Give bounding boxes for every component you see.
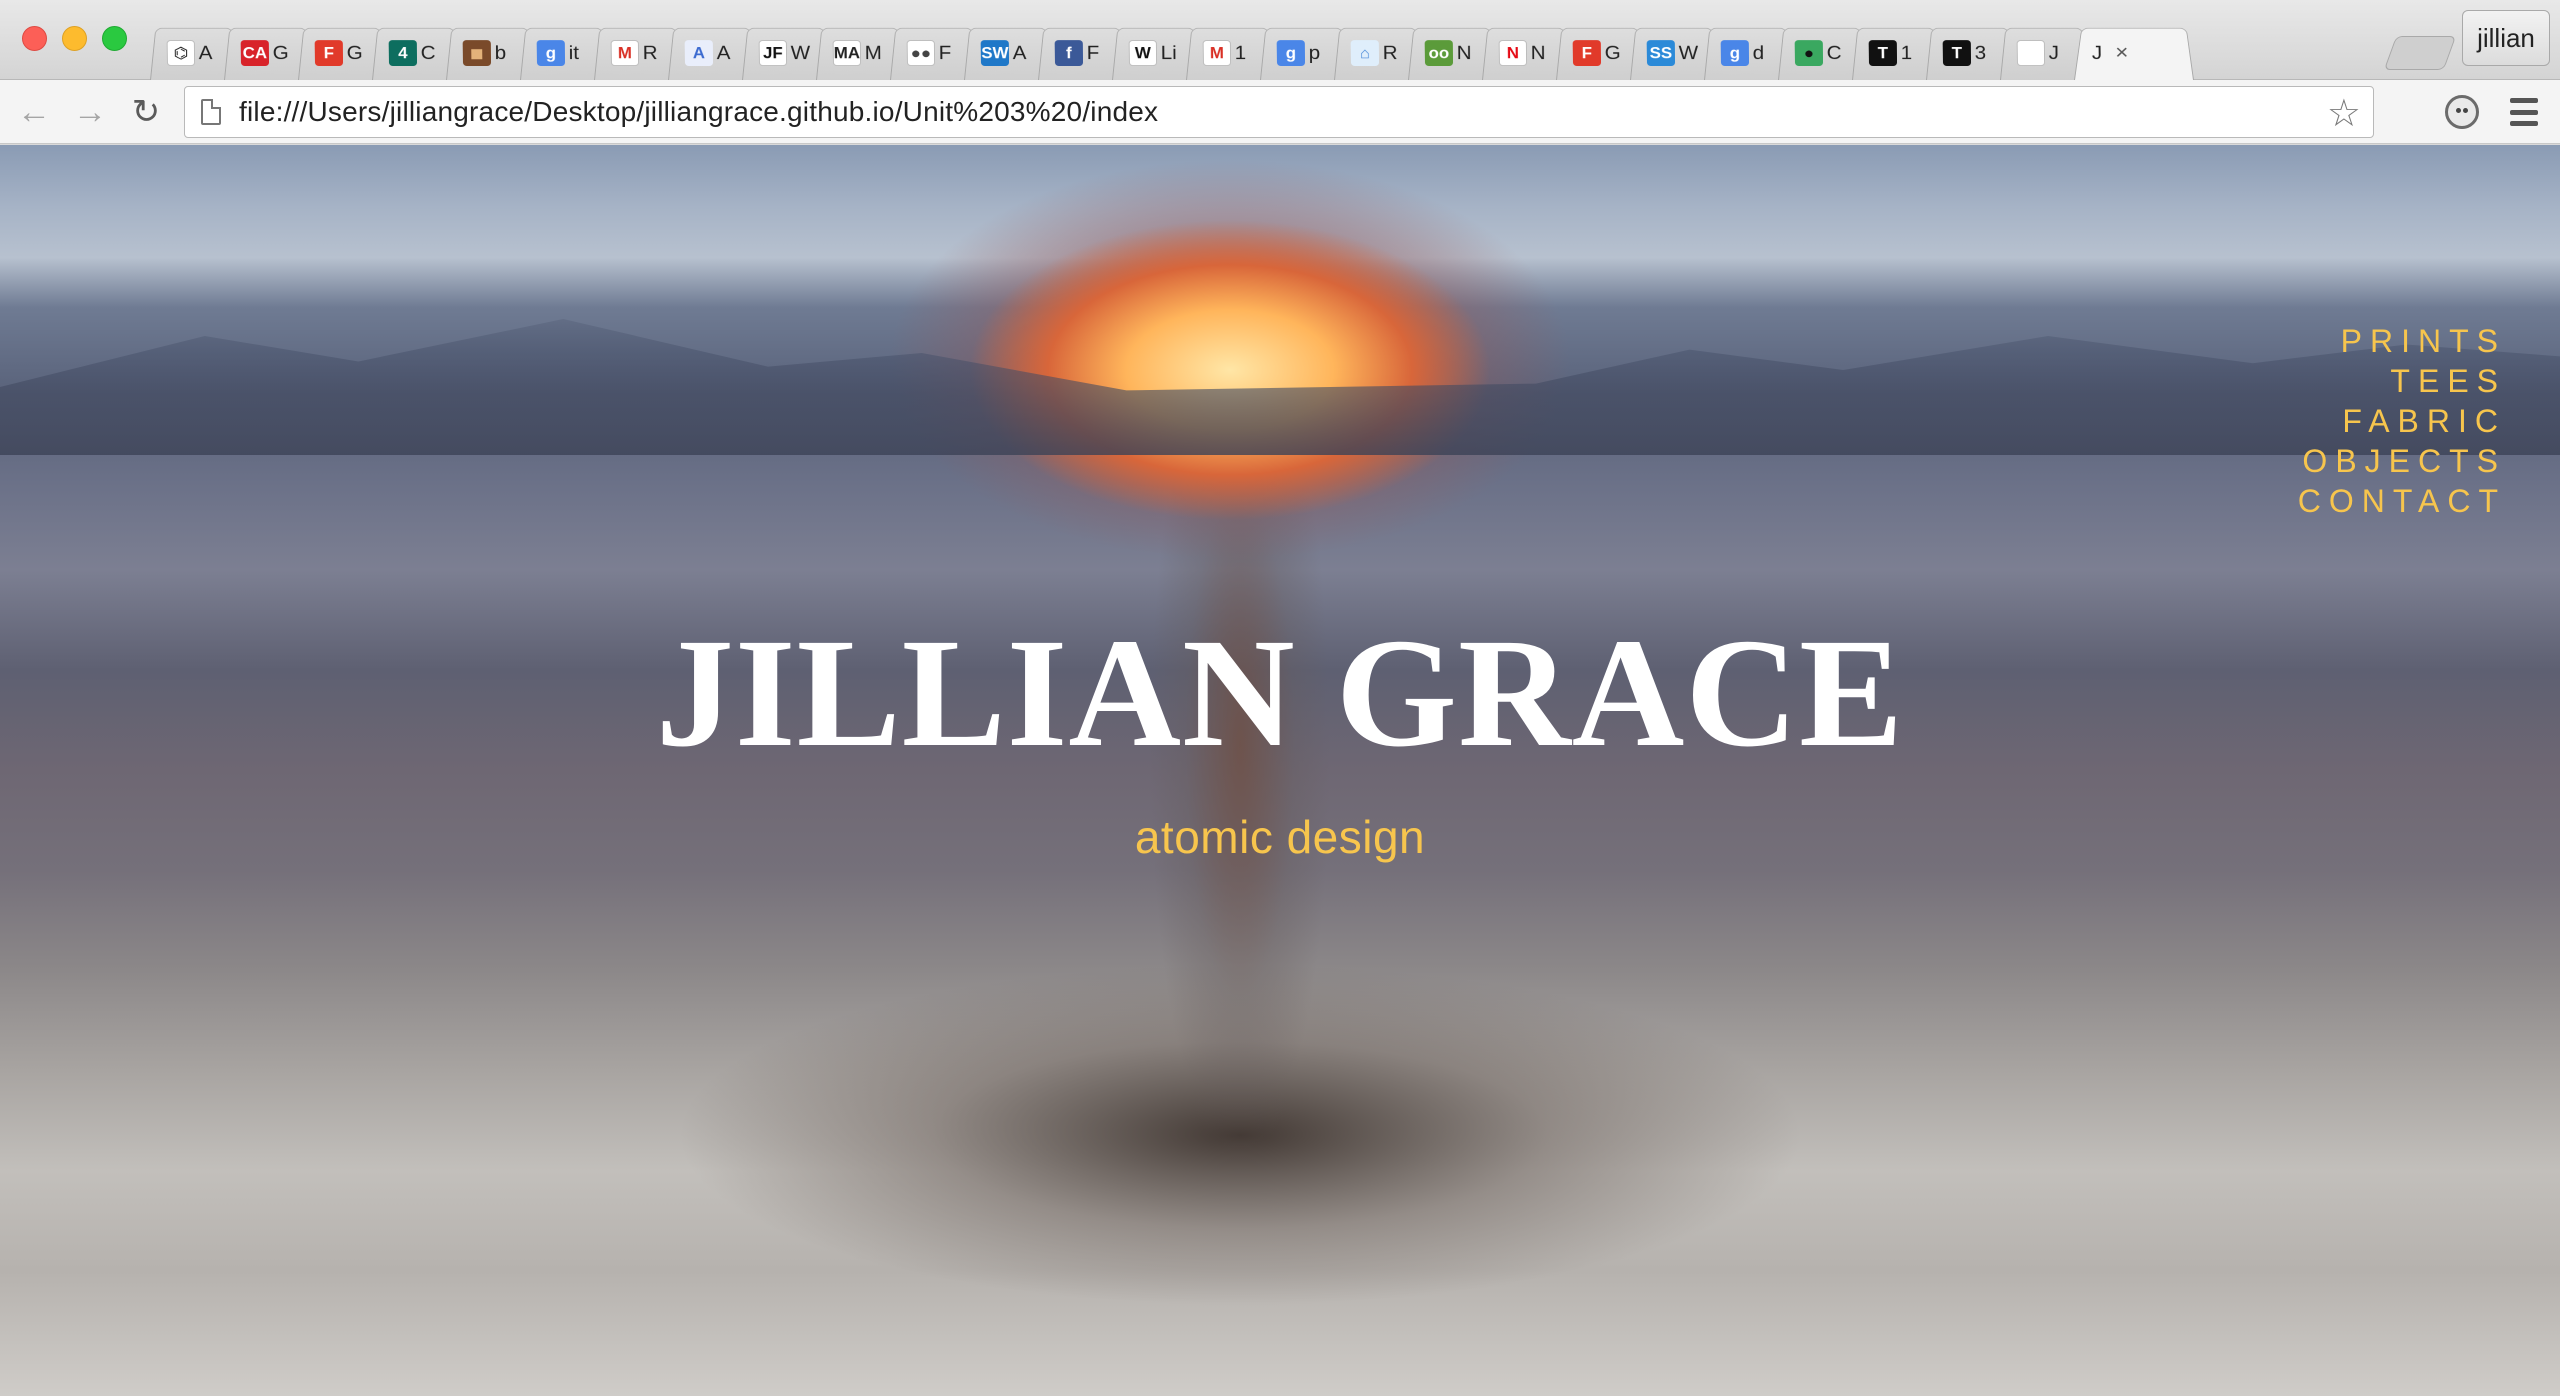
minimize-window-button[interactable] — [62, 26, 87, 51]
tab-title: W — [1678, 41, 1699, 64]
netflix-icon: N — [1498, 40, 1528, 66]
new-tab-button[interactable] — [2383, 36, 2457, 70]
browser-toolbar: ← → ↻ file:///Users/jilliangrace/Desktop… — [0, 80, 2560, 144]
close-window-button[interactable] — [22, 26, 47, 51]
profile-button[interactable]: jillian — [2462, 10, 2550, 66]
mam-icon: MA — [832, 40, 862, 66]
jf-icon: JF — [758, 40, 788, 66]
gmail-icon: M — [610, 40, 640, 66]
forward-button[interactable]: → — [68, 90, 112, 134]
tab-strip: ⌬ A CA G F G 4 C ◼ b g it M R A A JF W MA M ●● F SW Af F W Li M 1 g p ⌂… — [0, 0, 2560, 80]
owl-icon: oo — [1424, 40, 1454, 66]
tab-title: 3 — [1974, 41, 1987, 64]
url-text[interactable]: file:///Users/jilliangrace/Desktop/jilli… — [239, 96, 1158, 128]
hero-background-image — [0, 319, 2560, 455]
codepen-icon: ⌬ — [166, 40, 196, 66]
tab-title: G — [346, 41, 363, 64]
tagline: atomic design — [1134, 811, 1426, 863]
tab-title: J — [2091, 41, 2103, 64]
reload-button[interactable]: ↻ — [124, 90, 168, 134]
hamburger-menu-icon[interactable] — [2504, 94, 2544, 130]
nav-link-contact[interactable]: CONTACT — [2298, 483, 2506, 519]
page-viewport: PRINTS TEES FABRIC OBJECTS CONTACT JILLI… — [0, 145, 2560, 1396]
blank-page-icon — [2016, 40, 2046, 66]
google-icon: g — [1276, 40, 1306, 66]
gmail-icon: M — [1202, 40, 1232, 66]
tab-title: A — [716, 41, 731, 64]
tab-title: b — [494, 41, 507, 64]
tab-title: M — [864, 41, 882, 64]
tab-title: it — [568, 41, 580, 64]
font-a-icon: A — [684, 40, 714, 66]
tab-title: J — [2048, 41, 2060, 64]
page-icon — [201, 99, 221, 125]
tab-title: Li — [1160, 41, 1177, 64]
t-icon: T — [1868, 40, 1898, 66]
nav-link-prints[interactable]: PRINTS — [2298, 323, 2506, 359]
silhouette-icon: ● — [1794, 40, 1824, 66]
close-tab-icon[interactable]: × — [2115, 41, 2128, 65]
tab-title: F — [938, 41, 952, 64]
tab-title: G — [1604, 41, 1621, 64]
nav-link-tees[interactable]: TEES — [2298, 363, 2506, 399]
site-nav: PRINTS TEES FABRIC OBJECTS CONTACT — [2298, 323, 2498, 519]
tab-title: A — [198, 41, 213, 64]
back-button[interactable]: ← — [12, 90, 56, 134]
active-browser-tab[interactable]: J × — [2074, 27, 2194, 80]
extension-icon[interactable] — [2440, 90, 2484, 134]
fontstruct-icon: F — [1572, 40, 1602, 66]
tab-title: R — [642, 41, 658, 64]
wikipedia-icon: W — [1128, 40, 1158, 66]
nav-link-fabric[interactable]: FABRIC — [2298, 403, 2506, 439]
tab-title: G — [272, 41, 289, 64]
photo-icon: ◼ — [462, 40, 492, 66]
tab-title: A — [1012, 41, 1027, 64]
tab-title: N — [1456, 41, 1472, 64]
page-title: JILLIAN GRACE — [655, 606, 1905, 779]
google-icon: g — [1720, 40, 1750, 66]
tab-list: ⌬ A CA G F G 4 C ◼ b g it M R A A JF W MA M ●● F SW Af F W Li M 1 g p ⌂… — [150, 20, 2194, 80]
tab-title: p — [1308, 41, 1321, 64]
t-icon: T — [1942, 40, 1972, 66]
maximize-window-button[interactable] — [102, 26, 127, 51]
tab-title: C — [420, 41, 436, 64]
tab-title: 1 — [1900, 41, 1913, 64]
fontstruct-icon: F — [314, 40, 344, 66]
tab-title: W — [790, 41, 811, 64]
home-icon: ⌂ — [1350, 40, 1380, 66]
tab-title: F — [1086, 41, 1100, 64]
bookmark-star-icon[interactable]: ☆ — [2327, 91, 2361, 136]
nav-link-objects[interactable]: OBJECTS — [2298, 443, 2506, 479]
tab-title: R — [1382, 41, 1398, 64]
tab-title: 1 — [1234, 41, 1247, 64]
sw-icon: SW — [980, 40, 1010, 66]
google-icon: g — [536, 40, 566, 66]
creative-assembly-icon: CA — [240, 40, 270, 66]
tab-title: C — [1826, 41, 1842, 64]
facebook-icon: f — [1054, 40, 1084, 66]
tab-title: d — [1752, 41, 1765, 64]
flickr-icon: ●● — [906, 40, 936, 66]
address-bar[interactable]: file:///Users/jilliangrace/Desktop/jilli… — [184, 86, 2374, 138]
channel-4-icon: 4 — [388, 40, 418, 66]
tab-title: N — [1530, 41, 1546, 64]
ss-icon: SS — [1646, 40, 1676, 66]
